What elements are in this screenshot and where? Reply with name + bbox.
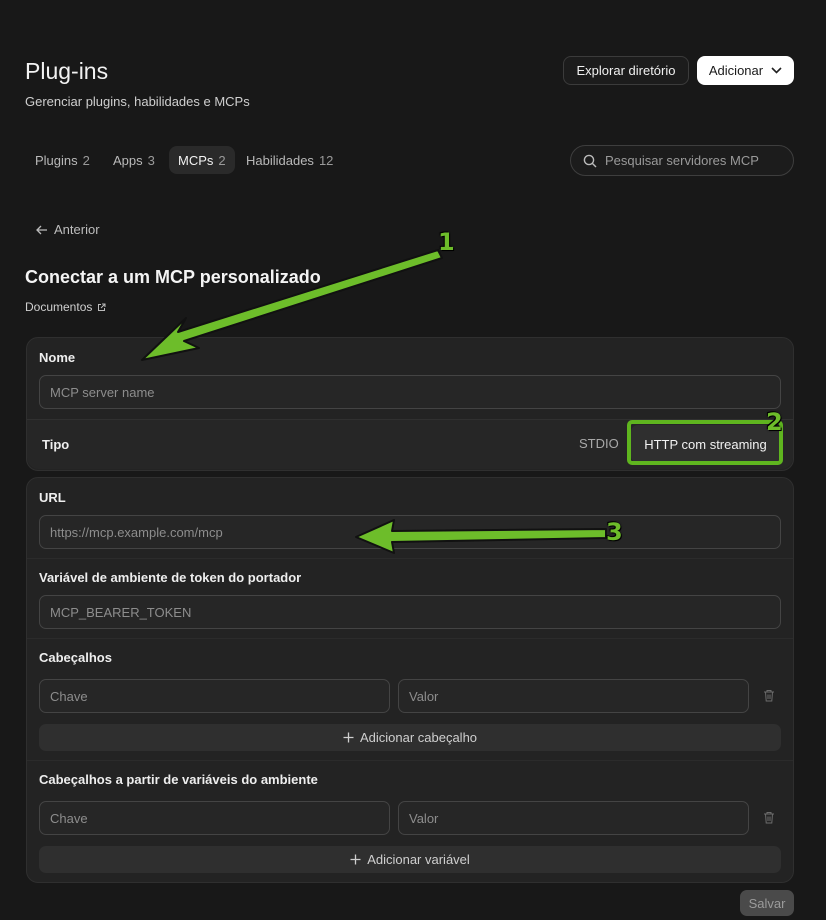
annotation-arrows [141, 249, 607, 554]
annotation-arrow-3 [355, 519, 607, 554]
annotation-number-1: 1 [438, 228, 455, 256]
annotation-number-3: 3 [606, 518, 623, 546]
annotation-number-2: 2 [766, 408, 783, 436]
annotation-arrow-1 [141, 249, 443, 361]
